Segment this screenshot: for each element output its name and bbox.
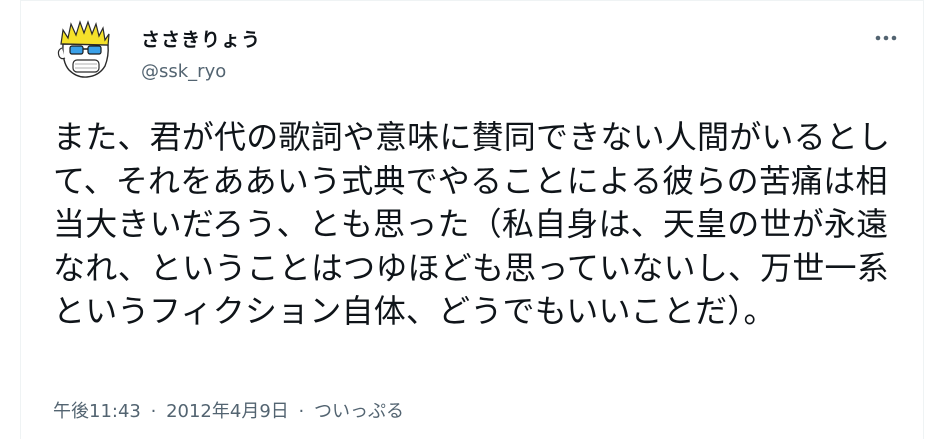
- tweet-text: また、君が代の歌詞や意味に賛同できない人間がいるとして、それをああいう式典でやる…: [53, 118, 891, 331]
- separator-dot: ·: [298, 401, 305, 422]
- user-handle[interactable]: @ssk_ryo: [141, 61, 226, 82]
- tweet-source-link[interactable]: ついっぷる: [314, 401, 404, 422]
- avatar[interactable]: [53, 18, 117, 82]
- cartoon-face-avatar-icon: [53, 18, 117, 82]
- tweet-date[interactable]: 2012年4月9日: [166, 401, 289, 422]
- separator-dot: ·: [150, 401, 157, 422]
- more-horizontal-icon: [875, 35, 897, 41]
- more-options-button[interactable]: [868, 24, 904, 52]
- display-name[interactable]: ささきりょう: [141, 25, 261, 52]
- tweet-metadata: 午後11:43 · 2012年4月9日 · ついっぷる: [53, 397, 404, 423]
- tweet-time[interactable]: 午後11:43: [53, 401, 141, 422]
